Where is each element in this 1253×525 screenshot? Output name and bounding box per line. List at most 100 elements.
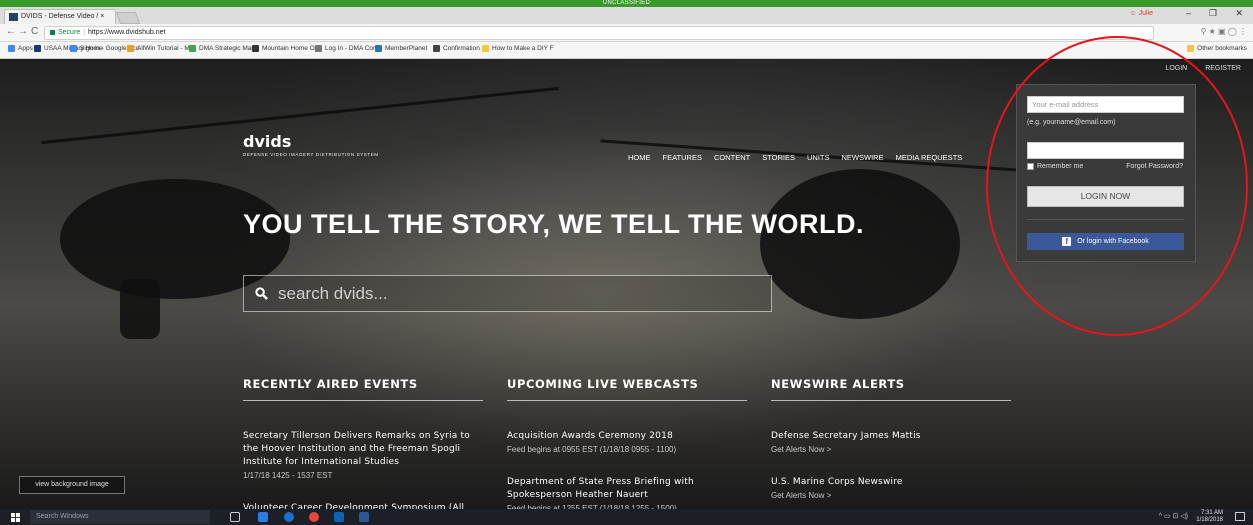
item-subtitle: Feed begins at 0955 EST (1/18/18 0955 - … (507, 445, 677, 454)
bookmark-item[interactable]: AllWin Tutorial - Me (127, 45, 193, 52)
column-heading: RECENTLY AIRED EVENTS (243, 377, 483, 401)
bookmark-favicon-icon (34, 45, 41, 52)
email-field[interactable] (1027, 96, 1184, 113)
bookmark-favicon-icon (252, 45, 259, 52)
browser-tab[interactable]: DVIDS - Defense Video / × (4, 9, 116, 24)
nav-item-units[interactable]: UNITS (807, 153, 830, 162)
remember-label: Remember me (1037, 163, 1084, 170)
login-link[interactable]: LOGIN (1165, 65, 1187, 72)
windows-start-icon[interactable] (11, 513, 20, 522)
chrome-icon[interactable] (309, 512, 319, 522)
view-background-button[interactable]: view background image (19, 476, 125, 494)
bookmark-item[interactable]: DMA Strategic Mana (189, 45, 259, 52)
reload-icon[interactable]: C (31, 26, 38, 37)
bookmark-item[interactable]: How to Make a DIY F (482, 45, 554, 52)
bookmark-item[interactable]: Log In - DMA Confl (315, 45, 380, 52)
system-tray-icons[interactable]: ^ ▭ ⊡ ◁) (1159, 512, 1188, 520)
account-links: LOGIN REGISTER (1149, 65, 1241, 72)
logo-wordmark: dvids (243, 132, 292, 151)
nav-item-content[interactable]: CONTENT (714, 153, 750, 162)
bookmark-favicon-icon (433, 45, 440, 52)
bookmark-label: How to Make a DIY F (492, 45, 554, 53)
bookmark-label: DMA Strategic Mana (199, 45, 259, 53)
bookmark-label: Log In - DMA Confl (325, 45, 380, 53)
forgot-password-link[interactable]: Forgot Password? (1126, 163, 1183, 170)
task-view-icon[interactable] (230, 512, 240, 522)
item-title: Defense Secretary James Mattis (771, 431, 921, 441)
item-title: Secretary Tillerson Delivers Remarks on … (243, 431, 470, 467)
restore-icon[interactable]: ❐ (1209, 8, 1217, 19)
bookmark-label: Apps (18, 45, 33, 53)
list-item[interactable]: Acquisition Awards Ceremony 2018 Feed beg… (507, 430, 747, 456)
email-hint: (e.g. yourname@email.com) (1027, 119, 1116, 126)
action-center-icon[interactable] (1235, 512, 1245, 521)
bookmarks-bar: Other bookmarks AppsUSAA Military HomeSi… (0, 42, 1253, 59)
profile-name: Julie (1138, 10, 1153, 17)
item-title: Acquisition Awards Ceremony 2018 (507, 431, 673, 441)
nav-item-stories[interactable]: STORIES (762, 153, 795, 162)
facebook-login-label: Or login with Facebook (1077, 238, 1149, 245)
bookmark-item[interactable]: Confirmation (433, 45, 480, 52)
item-title: U.S. Marine Corps Newswire (771, 477, 903, 487)
register-link[interactable]: REGISTER (1205, 65, 1241, 72)
edge-icon[interactable] (284, 512, 294, 522)
word-icon[interactable] (359, 512, 369, 522)
profile-button[interactable]: ☺ Julie (1130, 10, 1154, 17)
outlook-icon[interactable] (334, 512, 344, 522)
bookmark-label: Mountain Home Ord (262, 45, 321, 53)
other-bookmarks[interactable]: Other bookmarks (1187, 45, 1247, 52)
tab-title: DVIDS - Defense Video / × (21, 13, 105, 20)
list-item[interactable]: Defense Secretary James Mattis Get Alerts… (771, 430, 1011, 456)
dvids-logo[interactable]: dvids DEFENSE VIDEO IMAGERY DISTRIBUTION… (243, 132, 379, 157)
bookmark-favicon-icon (127, 45, 134, 52)
logo-tagline: DEFENSE VIDEO IMAGERY DISTRIBUTION SYSTE… (243, 152, 379, 157)
file-explorer-icon[interactable] (258, 512, 268, 522)
item-subtitle: 1/17/18 1425 - 1537 EST (243, 471, 333, 480)
nav-item-home[interactable]: HOME (628, 153, 651, 162)
clock[interactable]: 7:31 AM 1/18/2018 (1196, 510, 1223, 524)
taskbar-search[interactable]: Search Windows (30, 510, 210, 524)
bookmark-item[interactable]: Mountain Home Ord (252, 45, 321, 52)
list-item[interactable]: Volunteer Career Development Symposium (… (243, 502, 483, 509)
remember-checkbox[interactable] (1027, 163, 1034, 170)
forward-arrow-icon[interactable]: → (18, 26, 28, 37)
facebook-login-button[interactable]: f Or login with Facebook (1027, 233, 1184, 250)
search-box (243, 275, 772, 312)
dvids-page: LOGIN REGISTER dvids DEFENSE VIDEO IMAGE… (0, 59, 1253, 509)
bookmark-item[interactable]: Apps (8, 45, 33, 52)
item-title: Department of State Press Briefing with … (507, 477, 694, 500)
hero-headline: YOU TELL THE STORY, WE TELL THE WORLD. (243, 209, 865, 239)
list-item[interactable]: U.S. Marine Corps Newswire Get Alerts Now… (771, 476, 1011, 502)
bookmark-item[interactable]: MemberPlanet (375, 45, 427, 52)
bookmark-favicon-icon (375, 45, 382, 52)
list-item[interactable]: Secretary Tillerson Delivers Remarks on … (243, 430, 483, 482)
facebook-icon: f (1062, 236, 1072, 246)
clock-date: 1/18/2018 (1196, 517, 1223, 523)
column-heading: UPCOMING LIVE WEBCASTS (507, 377, 747, 401)
extensions-icons[interactable]: ⚲ ★ ▣ ◯ ⋮ (1201, 27, 1247, 36)
nav-item-newswire[interactable]: NEWSWIRE (842, 153, 884, 162)
newswire-alerts-column: NEWSWIRE ALERTS Defense Secretary James M… (771, 377, 1011, 502)
bookmark-label: MemberPlanet (385, 45, 428, 53)
remember-me[interactable]: Remember me (1027, 163, 1083, 170)
nav-item-features[interactable]: FEATURES (663, 153, 702, 162)
password-field[interactable] (1027, 142, 1184, 159)
bookmark-favicon-icon (189, 45, 196, 52)
item-subtitle: Get Alerts Now > (771, 445, 832, 454)
url-text: https://www.dvidshub.net (88, 29, 166, 36)
search-input[interactable] (278, 281, 758, 307)
back-arrow-icon[interactable]: ← (6, 26, 16, 37)
url-input[interactable]: Secure | https://www.dvidshub.net (44, 26, 1154, 40)
windows-taskbar: Search Windows ^ ▭ ⊡ ◁) 7:31 AM 1/18/201… (0, 509, 1253, 525)
search-icon[interactable] (255, 287, 268, 300)
panel-divider (1027, 219, 1184, 220)
minimize-icon[interactable]: – (1186, 8, 1191, 18)
login-now-button[interactable]: LOGIN NOW (1027, 186, 1184, 207)
bookmark-favicon-icon (70, 45, 77, 52)
new-tab-button[interactable] (115, 12, 141, 24)
nav-item-media-requests[interactable]: MEDIA REQUESTS (896, 153, 963, 162)
bookmark-favicon-icon (482, 45, 489, 52)
close-icon[interactable]: ✕ (1235, 8, 1243, 19)
dvids-favicon-icon (9, 13, 18, 21)
list-item[interactable]: Department of State Press Briefing with … (507, 476, 747, 509)
